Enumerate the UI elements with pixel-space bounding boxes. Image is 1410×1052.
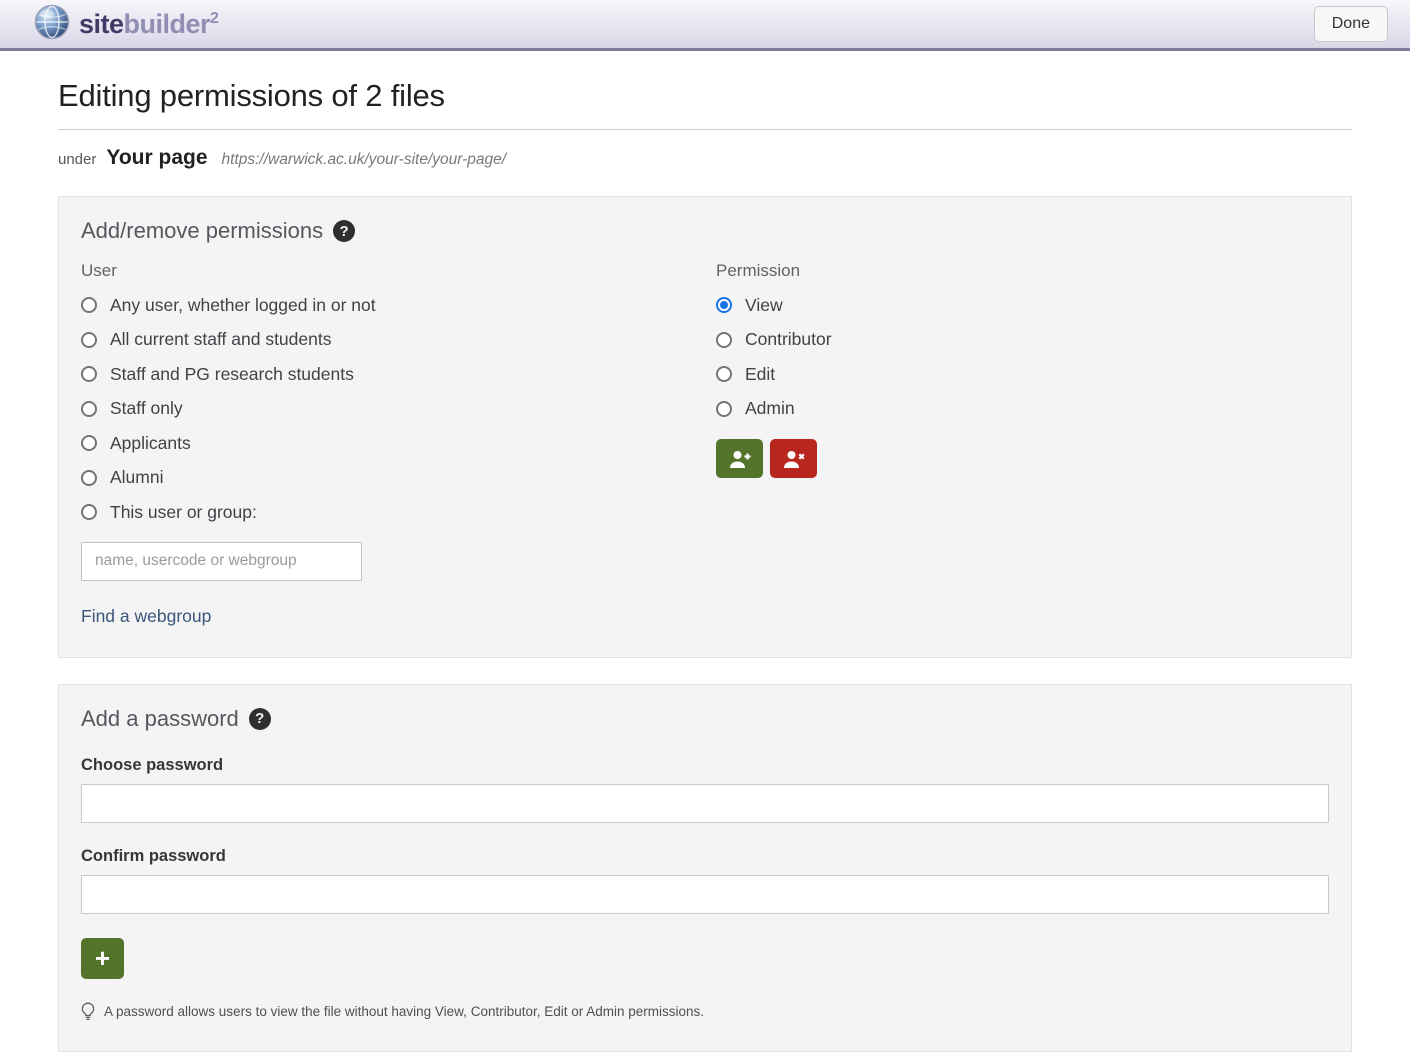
breadcrumb: under Your page https://warwick.ac.uk/yo… <box>58 146 1352 170</box>
user-option-any-user-radio[interactable] <box>81 297 97 313</box>
radio-label: Edit <box>745 364 775 385</box>
user-option-applicants-radio[interactable] <box>81 435 97 451</box>
done-button[interactable]: Done <box>1314 6 1388 42</box>
globe-icon <box>34 4 70 45</box>
user-option-this-user-or-group[interactable]: This user or group: <box>81 495 716 530</box>
user-option-all-staff-students-radio[interactable] <box>81 332 97 348</box>
radio-label: Staff only <box>110 398 183 419</box>
question-circle-icon[interactable]: ? <box>333 220 355 242</box>
user-option-staff-only-radio[interactable] <box>81 401 97 417</box>
password-panel-title: Add a password <box>81 706 239 732</box>
password-panel: Add a password ? Choose password Confirm… <box>58 684 1352 1052</box>
permission-option-contributor[interactable]: Contributor <box>716 323 1329 358</box>
permissions-panel-heading: Add/remove permissions ? <box>81 218 1329 244</box>
permission-option-view[interactable]: View <box>716 288 1329 323</box>
radio-label: Applicants <box>110 433 191 454</box>
permissions-panel-title: Add/remove permissions <box>81 218 323 244</box>
user-option-staff-pg-research[interactable]: Staff and PG research students <box>81 357 716 392</box>
permission-option-admin[interactable]: Admin <box>716 392 1329 427</box>
radio-label: Alumni <box>110 467 164 488</box>
user-option-applicants[interactable]: Applicants <box>81 426 716 461</box>
radio-label: This user or group: <box>110 502 257 523</box>
find-webgroup-link[interactable]: Find a webgroup <box>81 606 211 627</box>
confirm-password-label: Confirm password <box>81 847 1329 866</box>
user-option-alumni-radio[interactable] <box>81 470 97 486</box>
user-column: User Any user, whether logged in or not … <box>81 244 716 627</box>
header-bar: sitebuilder2 Done <box>0 0 1410 51</box>
radio-label: Admin <box>745 398 795 419</box>
lightbulb-icon <box>81 1002 95 1021</box>
main-content: Editing permissions of 2 files under You… <box>0 78 1410 1052</box>
choose-password-label: Choose password <box>81 756 1329 775</box>
permission-column-label: Permission <box>716 261 1329 281</box>
user-option-any-user[interactable]: Any user, whether logged in or not <box>81 288 716 323</box>
radio-label: Contributor <box>745 329 832 350</box>
permission-option-view-radio[interactable] <box>716 297 732 313</box>
user-option-this-user-or-group-radio[interactable] <box>81 504 97 520</box>
logo-wordmark: sitebuilder2 <box>79 9 218 40</box>
radio-label: Any user, whether logged in or not <box>110 295 376 316</box>
permission-column: Permission View Contributor Edit Admin <box>716 244 1329 627</box>
permission-option-admin-radio[interactable] <box>716 401 732 417</box>
parent-page-url: https://warwick.ac.uk/your-site/your-pag… <box>222 151 507 169</box>
parent-page-name: Your page <box>106 146 207 170</box>
add-permission-button[interactable] <box>716 439 763 478</box>
password-panel-heading: Add a password ? <box>81 706 1329 732</box>
user-option-staff-only[interactable]: Staff only <box>81 392 716 427</box>
question-circle-icon[interactable]: ? <box>249 708 271 730</box>
permission-option-edit-radio[interactable] <box>716 366 732 382</box>
permissions-panel: Add/remove permissions ? User Any user, … <box>58 196 1352 658</box>
radio-label: Staff and PG research students <box>110 364 354 385</box>
permission-option-edit[interactable]: Edit <box>716 357 1329 392</box>
radio-label: All current staff and students <box>110 329 331 350</box>
password-note-text: A password allows users to view the file… <box>104 1004 704 1019</box>
permission-option-contributor-radio[interactable] <box>716 332 732 348</box>
usergroup-search-input[interactable] <box>81 542 362 581</box>
choose-password-field[interactable] <box>81 784 1329 823</box>
remove-permission-button[interactable] <box>770 439 817 478</box>
user-option-alumni[interactable]: Alumni <box>81 461 716 496</box>
user-option-all-staff-students[interactable]: All current staff and students <box>81 323 716 358</box>
page-title: Editing permissions of 2 files <box>58 78 1352 114</box>
sitebuilder-logo[interactable]: sitebuilder2 <box>34 4 218 45</box>
user-remove-icon <box>782 449 806 469</box>
user-option-staff-pg-research-radio[interactable] <box>81 366 97 382</box>
add-password-button[interactable]: + <box>81 938 124 979</box>
confirm-password-field[interactable] <box>81 875 1329 914</box>
radio-label: View <box>745 295 783 316</box>
password-note: A password allows users to view the file… <box>81 1002 1329 1021</box>
under-label: under <box>58 151 96 168</box>
user-plus-icon <box>728 449 752 469</box>
title-divider <box>58 129 1352 130</box>
user-column-label: User <box>81 261 716 281</box>
